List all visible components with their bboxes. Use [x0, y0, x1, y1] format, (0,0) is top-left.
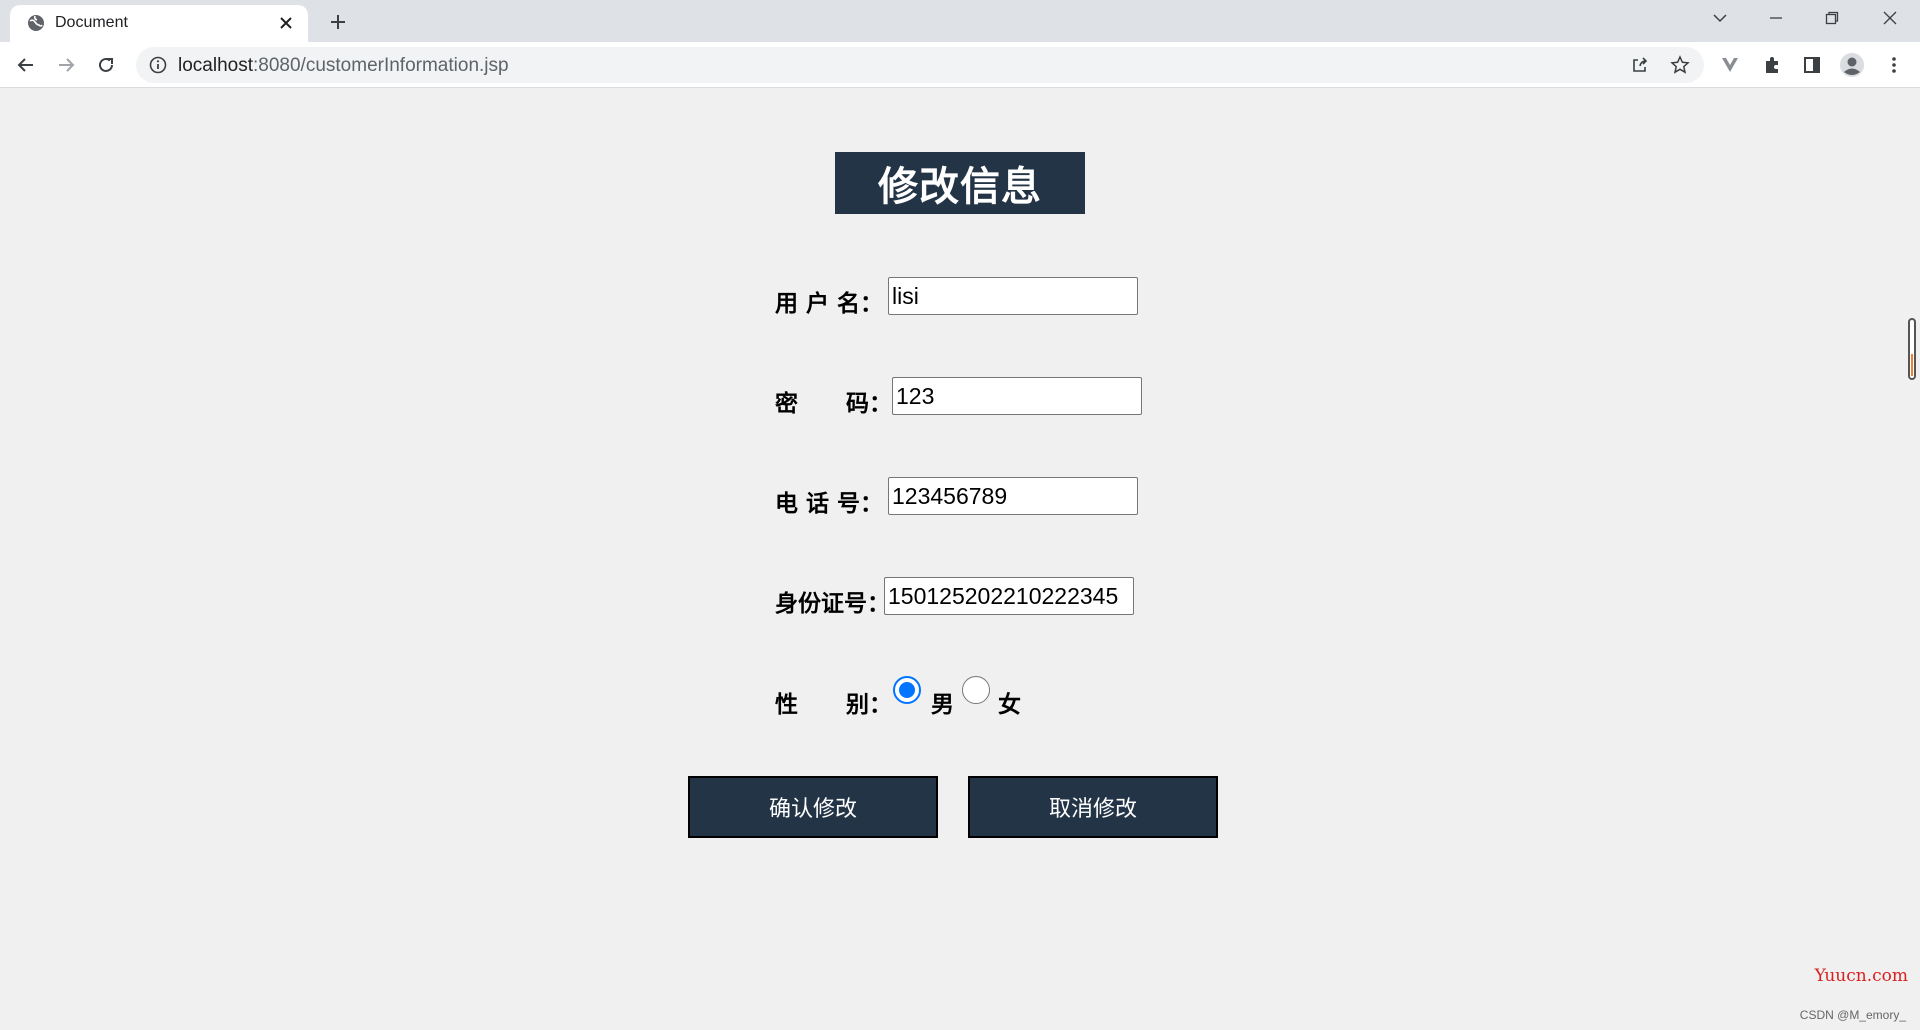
gender-male-radio[interactable]: [893, 676, 921, 704]
username-input[interactable]: [888, 277, 1138, 315]
url-text[interactable]: localhost:8080/customerInformation.jsp: [178, 55, 509, 77]
browser-toolbar: localhost:8080/customerInformation.jsp: [0, 42, 1920, 88]
puzzle-icon[interactable]: [1758, 51, 1786, 79]
gender-female-radio[interactable]: [962, 676, 990, 704]
close-icon[interactable]: [274, 11, 298, 35]
gender-female-label: 女: [998, 692, 1021, 718]
share-icon[interactable]: [1626, 51, 1654, 79]
back-arrow-icon: [17, 58, 33, 72]
password-label: 密 码：: [775, 391, 893, 417]
idcard-input[interactable]: [884, 577, 1134, 615]
page-content: 修改信息 用 户 名： 密 码： 电 话 号： 身份证号： 性 别： 男 女 确…: [0, 88, 1920, 1030]
minimize-button[interactable]: [1748, 0, 1804, 36]
url-host: localhost: [178, 55, 253, 76]
restore-button[interactable]: [1804, 0, 1860, 36]
tab-title: Document: [55, 14, 128, 31]
gender-label: 性 别：: [775, 692, 893, 718]
profile-icon[interactable]: [1838, 51, 1866, 79]
chevron-down-icon: [1713, 14, 1727, 23]
reload-icon: [99, 57, 113, 72]
restore-icon: [1825, 11, 1839, 25]
tab-document[interactable]: Document: [10, 5, 308, 42]
watermark-credit: CSDN @M_emory_: [1799, 1008, 1906, 1022]
tab-strip: Document: [0, 0, 1920, 42]
confirm-edit-button[interactable]: 确认修改: [688, 776, 938, 838]
phone-label: 电 话 号：: [775, 491, 884, 517]
gender-male-label: 男: [931, 692, 954, 718]
new-tab-button[interactable]: [324, 8, 352, 36]
password-input[interactable]: [892, 377, 1142, 415]
plus-icon: [331, 15, 345, 29]
phone-input[interactable]: [888, 477, 1138, 515]
forward-arrow-icon: [59, 58, 75, 72]
close-window-button[interactable]: [1862, 0, 1918, 36]
tab-search-button[interactable]: [1692, 0, 1748, 36]
star-icon[interactable]: [1666, 51, 1694, 79]
v-extension-icon[interactable]: [1716, 51, 1744, 79]
url-path: :8080/customerInformation.jsp: [253, 55, 509, 76]
username-label: 用 户 名：: [775, 291, 884, 317]
page-title: 修改信息: [835, 152, 1085, 214]
side-panel-icon[interactable]: [1798, 51, 1826, 79]
idcard-label: 身份证号：: [775, 591, 890, 617]
back-button[interactable]: [10, 49, 42, 81]
kebab-menu-icon[interactable]: [1880, 51, 1908, 79]
reload-button[interactable]: [90, 49, 122, 81]
close-icon: [1883, 11, 1897, 25]
browser-window: Document localhost:8080/customerInformat…: [0, 0, 1920, 1030]
watermark-site: Yuucn.com: [1814, 966, 1908, 986]
scroll-indicator[interactable]: [1908, 318, 1916, 380]
address-bar[interactable]: localhost:8080/customerInformation.jsp: [136, 47, 1704, 83]
cancel-edit-button[interactable]: 取消修改: [968, 776, 1218, 838]
minimize-icon: [1770, 17, 1782, 19]
globe-icon: [26, 13, 46, 33]
info-icon[interactable]: [148, 55, 168, 75]
forward-button[interactable]: [50, 49, 82, 81]
